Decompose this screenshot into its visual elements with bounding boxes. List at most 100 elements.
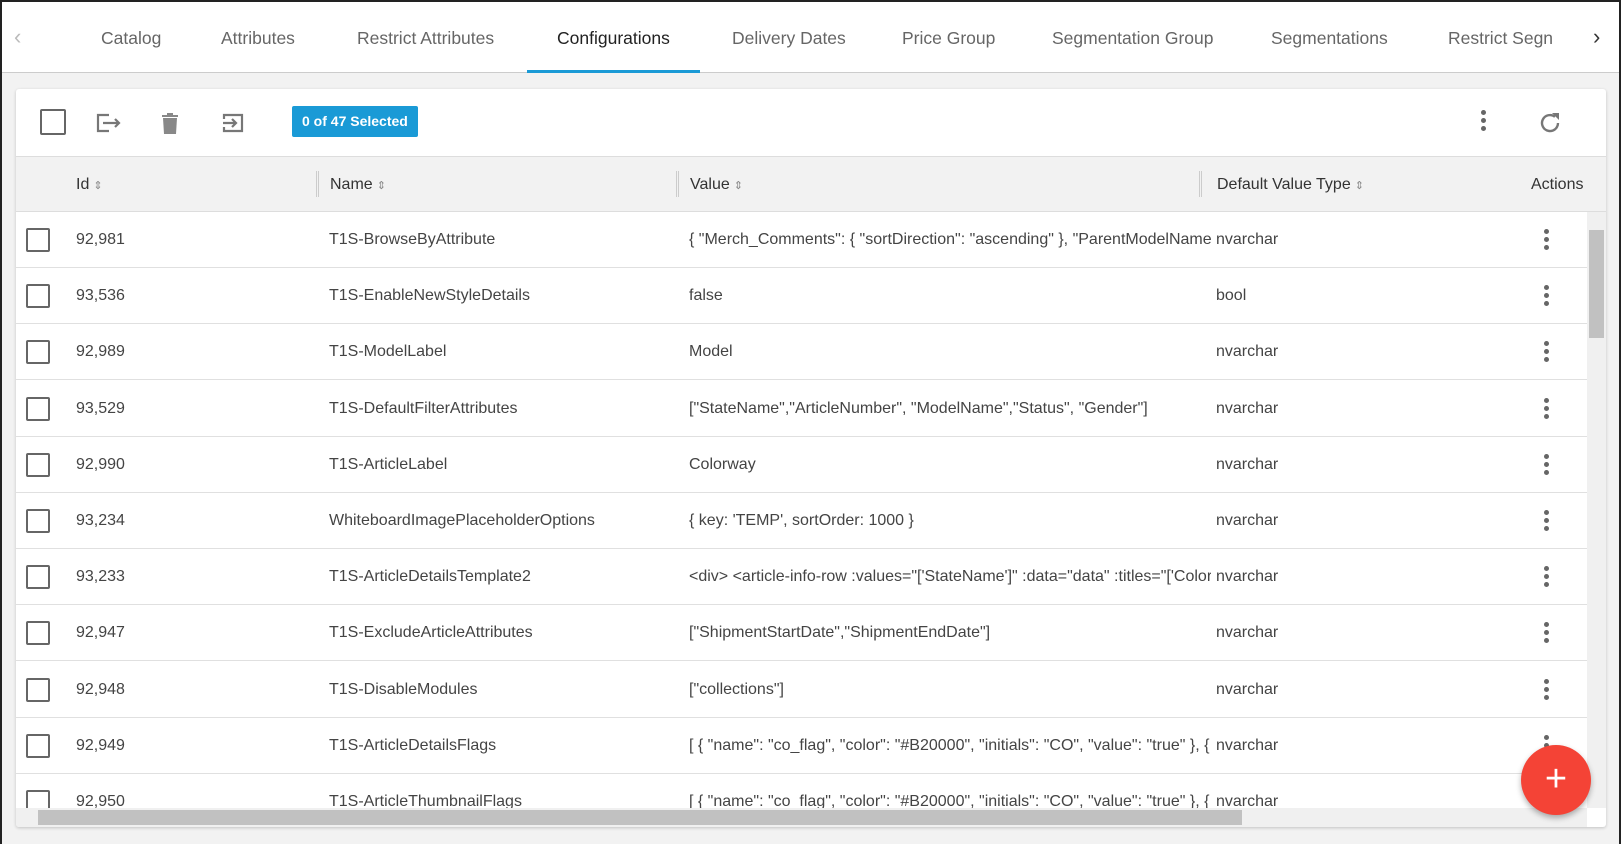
row-checkbox[interactable] <box>26 509 50 533</box>
row-checkbox[interactable] <box>26 621 50 646</box>
cell-id: 92,948 <box>76 680 125 698</box>
table-body: 92,981 T1S-BrowseByAttribute { "Merch_Co… <box>16 212 1587 808</box>
cell-id: 92,990 <box>76 455 125 473</box>
row-actions-icon[interactable] <box>1544 622 1550 646</box>
column-resize-handle[interactable] <box>316 171 319 197</box>
row-actions-icon[interactable] <box>1544 566 1550 590</box>
cell-value: { key: 'TEMP', sortOrder: 1000 } <box>689 512 914 529</box>
row-actions-icon[interactable] <box>1544 397 1550 422</box>
row-checkbox[interactable] <box>26 733 50 758</box>
table-row[interactable]: 92,950 T1S-ArticleThumbnailFlags [ { "na… <box>16 774 1587 808</box>
cell-value: ["StateName","ArticleNumber", "ModelName… <box>689 399 1148 417</box>
table-row[interactable]: 93,536 T1S-EnableNewStyleDetails false b… <box>16 268 1587 325</box>
selection-count-badge: 0 of 47 Selected <box>292 106 418 137</box>
column-resize-handle[interactable] <box>1199 171 1202 197</box>
tab-restrict-segmentations[interactable]: Restrict Segn <box>1448 2 1553 73</box>
cell-id: 93,529 <box>76 399 125 417</box>
row-actions-icon[interactable] <box>1544 285 1550 309</box>
table-row[interactable]: 92,948 T1S-DisableModules ["collections"… <box>16 662 1587 718</box>
horizontal-scrollbar[interactable] <box>16 808 1587 827</box>
row-actions-icon[interactable] <box>1544 510 1550 534</box>
cell-value: ["collections"] <box>689 680 784 698</box>
cell-default-value-type: nvarchar <box>1216 343 1279 361</box>
table-row[interactable]: 92,989 T1S-ModelLabel Model nvarchar <box>16 324 1587 381</box>
cell-name: T1S-ArticleThumbnailFlags <box>329 793 522 808</box>
refresh-icon[interactable] <box>1536 109 1564 137</box>
configurations-grid: 0 of 47 Selected Id ⇕ Name ⇕ Value ⇕ Defaul… <box>16 89 1606 827</box>
row-checkbox[interactable] <box>26 284 50 309</box>
table-header: Id ⇕ Name ⇕ Value ⇕ Default Value Type ⇕ Act… <box>16 157 1606 212</box>
tab-segmentation-group[interactable]: Segmentation Group <box>1052 2 1214 73</box>
tabs-scroll-left-icon[interactable]: ‹ <box>14 24 21 50</box>
sort-icon[interactable]: ⇕ <box>734 180 743 192</box>
tab-catalog[interactable]: Catalog <box>101 2 161 73</box>
tab-bar: ‹ Catalog Attributes Restrict Attributes… <box>2 2 1619 73</box>
cell-value: Colorway <box>689 455 756 473</box>
cell-name: T1S-ArticleLabel <box>329 455 448 473</box>
row-actions-icon[interactable] <box>1544 341 1550 365</box>
tab-attributes[interactable]: Attributes <box>221 2 295 73</box>
cell-default-value-type: nvarchar <box>1216 231 1279 248</box>
table-row[interactable]: 93,234 WhiteboardImagePlaceholderOptions… <box>16 493 1587 549</box>
cell-name: WhiteboardImagePlaceholderOptions <box>329 512 595 529</box>
cell-name: T1S-EnableNewStyleDetails <box>329 287 530 305</box>
sort-icon[interactable]: ⇕ <box>93 180 102 192</box>
cell-value: false <box>689 287 723 305</box>
cell-default-value-type: nvarchar <box>1216 624 1279 642</box>
cell-id: 92,989 <box>76 343 125 361</box>
row-actions-icon[interactable] <box>1544 453 1550 478</box>
cell-value: [ { "name": "co_flag", "color": "#B20000… <box>689 793 1211 808</box>
row-checkbox[interactable] <box>26 790 50 808</box>
cell-name: T1S-DisableModules <box>329 680 478 698</box>
column-header-id[interactable]: Id ⇕ <box>76 157 103 214</box>
cell-name: T1S-BrowseByAttribute <box>329 231 496 248</box>
tab-restrict-attributes[interactable]: Restrict Attributes <box>357 2 494 73</box>
tab-delivery-dates[interactable]: Delivery Dates <box>732 2 846 73</box>
cell-id: 92,950 <box>76 793 125 808</box>
cell-default-value-type: nvarchar <box>1216 793 1279 808</box>
row-checkbox[interactable] <box>26 452 50 477</box>
cell-default-value-type: bool <box>1216 287 1247 305</box>
select-all-checkbox[interactable] <box>40 109 66 135</box>
table-row[interactable]: 92,990 T1S-ArticleLabel Colorway nvarcha… <box>16 437 1587 493</box>
tab-price-group[interactable]: Price Group <box>902 2 995 73</box>
column-label: Id <box>76 176 90 193</box>
sort-icon[interactable]: ⇕ <box>1355 180 1364 192</box>
import-icon[interactable] <box>220 109 248 137</box>
cell-default-value-type: nvarchar <box>1216 512 1279 529</box>
cell-default-value-type: nvarchar <box>1216 736 1279 754</box>
column-header-default-value-type[interactable]: Default Value Type ⇕ <box>1217 157 1364 214</box>
vertical-scrollbar[interactable] <box>1587 212 1606 808</box>
row-checkbox[interactable] <box>26 228 50 252</box>
table-row[interactable]: 92,949 T1S-ArticleDetailsFlags [ { "name… <box>16 718 1587 774</box>
cell-value: Model <box>689 343 733 361</box>
row-checkbox[interactable] <box>26 340 50 365</box>
table-row[interactable]: 93,233 T1S-ArticleDetailsTemplate2 <div>… <box>16 549 1587 606</box>
delete-icon[interactable] <box>156 109 184 137</box>
tab-configurations[interactable]: Configurations <box>527 2 700 73</box>
tabs-scroll-right-icon[interactable]: › <box>1593 24 1600 50</box>
cell-default-value-type: nvarchar <box>1216 455 1279 473</box>
table-row[interactable]: 92,947 T1S-ExcludeArticleAttributes ["Sh… <box>16 605 1587 662</box>
table-row[interactable]: 92,981 T1S-BrowseByAttribute { "Merch_Co… <box>16 212 1587 268</box>
column-header-value[interactable]: Value ⇕ <box>690 157 743 214</box>
export-icon[interactable] <box>94 109 122 137</box>
cell-id: 93,234 <box>76 512 125 529</box>
add-configuration-button[interactable]: + <box>1521 745 1591 815</box>
tab-segmentations[interactable]: Segmentations <box>1271 2 1388 73</box>
cell-name: T1S-ModelLabel <box>329 343 447 361</box>
row-checkbox[interactable] <box>26 677 50 702</box>
row-checkbox[interactable] <box>26 396 50 421</box>
more-options-icon[interactable] <box>1481 110 1487 134</box>
cell-id: 92,947 <box>76 624 125 642</box>
sort-icon[interactable]: ⇕ <box>377 180 386 192</box>
row-checkbox[interactable] <box>26 565 50 590</box>
column-resize-handle[interactable] <box>676 171 679 197</box>
row-actions-icon[interactable] <box>1544 678 1550 703</box>
vertical-scroll-thumb[interactable] <box>1589 230 1604 338</box>
horizontal-scroll-thumb[interactable] <box>38 810 1242 825</box>
row-actions-icon[interactable] <box>1544 229 1550 253</box>
table-row[interactable]: 93,529 T1S-DefaultFilterAttributes ["Sta… <box>16 381 1587 437</box>
cell-value: [ { "name": "co_flag", "color": "#B20000… <box>689 736 1211 754</box>
column-header-name[interactable]: Name ⇕ <box>330 157 386 214</box>
